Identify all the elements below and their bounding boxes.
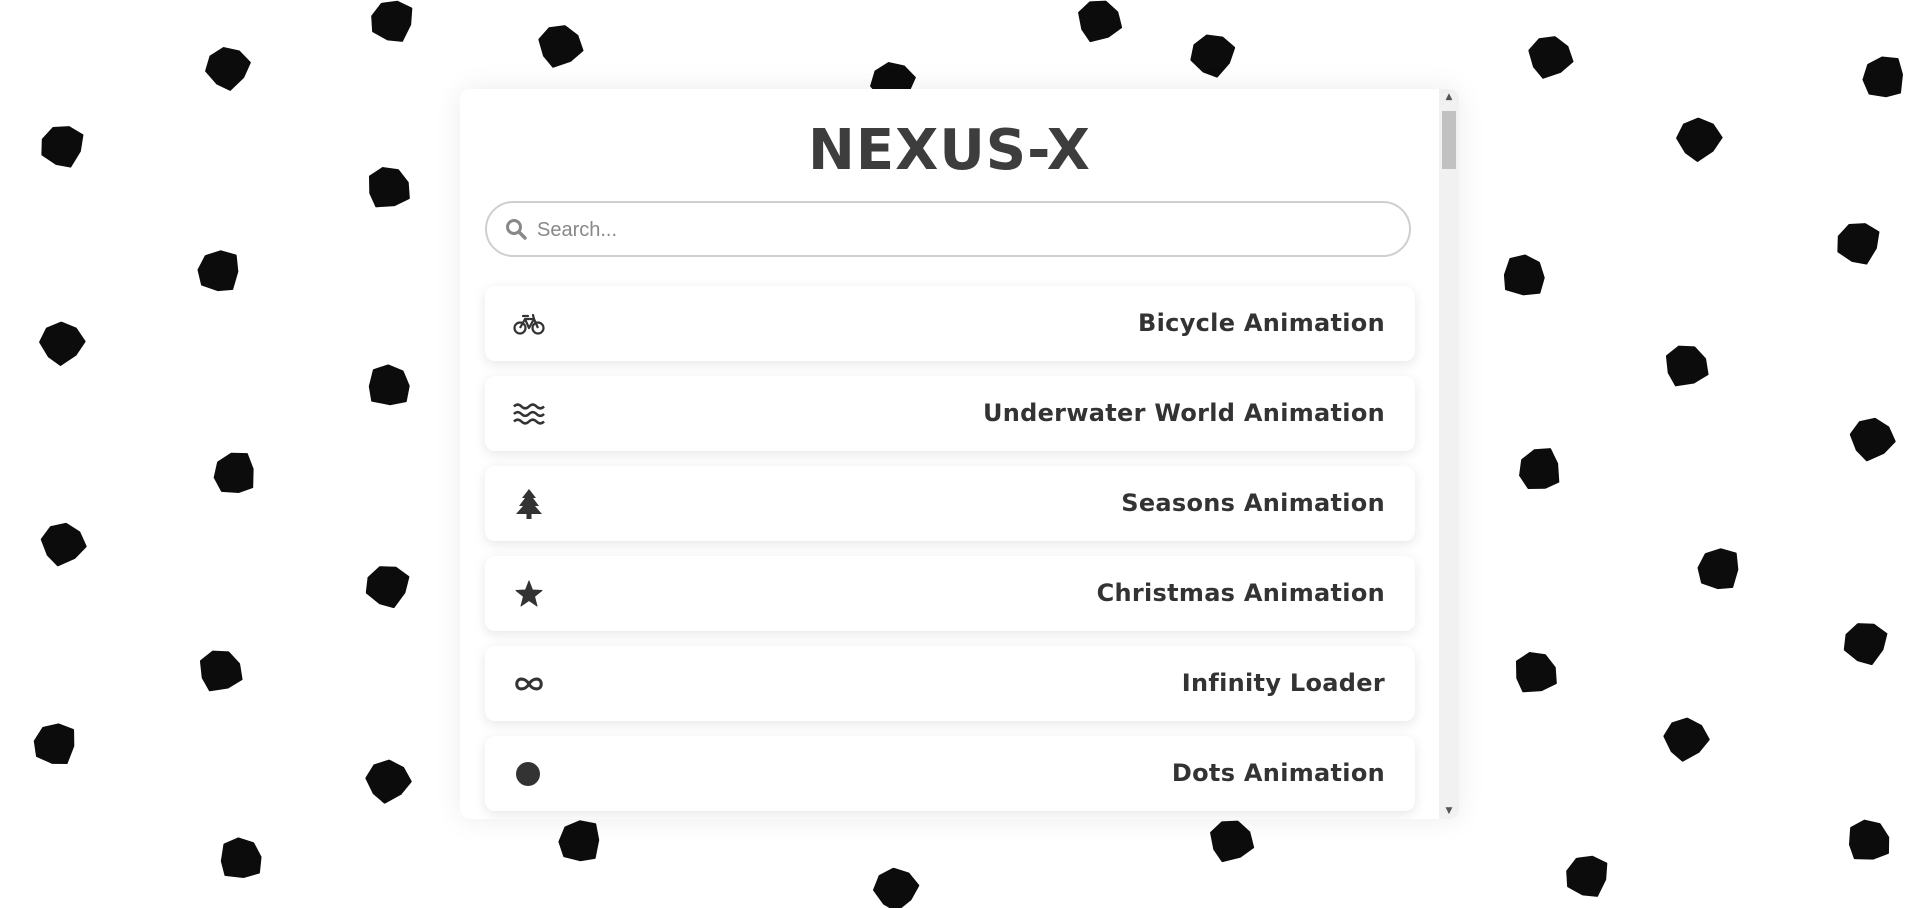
pattern-blob — [35, 120, 91, 174]
pattern-blob — [362, 561, 415, 612]
water-icon — [513, 398, 545, 430]
list-item-seasons[interactable]: Seasons Animation — [485, 466, 1415, 541]
pattern-blob — [1673, 114, 1726, 165]
pattern-blob — [36, 318, 89, 369]
pattern-blob — [26, 715, 86, 774]
pattern-blob — [1843, 411, 1901, 468]
circle-icon — [513, 758, 545, 790]
pattern-blob — [1492, 246, 1553, 308]
pattern-blob — [1658, 713, 1714, 767]
list-item-christmas[interactable]: Christmas Animation — [485, 556, 1415, 631]
pattern-blob — [1068, 0, 1130, 53]
pattern-blob — [550, 811, 613, 873]
pattern-blob — [204, 442, 268, 506]
list-item-bicycle[interactable]: Bicycle Animation — [485, 286, 1415, 361]
pattern-blob — [1853, 46, 1917, 109]
bicycle-icon — [513, 308, 545, 340]
pattern-blob — [871, 866, 921, 908]
search-box[interactable] — [485, 201, 1411, 257]
pattern-blob — [364, 0, 422, 51]
list-item-infinity[interactable]: Infinity Loader — [485, 646, 1415, 721]
pattern-blob — [1503, 642, 1567, 705]
pattern-blob — [360, 755, 416, 809]
pattern-blob — [530, 17, 590, 76]
pattern-blob — [356, 157, 420, 220]
item-label: Bicycle Animation — [1138, 309, 1385, 337]
main-panel: NEXUS-X Search... Bicycle Animation Unde… — [460, 89, 1459, 819]
item-label: Underwater World Animation — [982, 399, 1385, 427]
pattern-blob — [1836, 810, 1900, 874]
pattern-blob — [208, 828, 271, 892]
pattern-blob — [34, 516, 92, 573]
pattern-blob — [1559, 848, 1617, 905]
scroll-up-icon[interactable]: ▲ — [1439, 89, 1459, 105]
pattern-blob — [1655, 336, 1718, 398]
pattern-blob — [357, 356, 419, 419]
item-label: Dots Animation — [1171, 759, 1385, 787]
pattern-blob — [1520, 28, 1580, 87]
pattern-blob — [1509, 438, 1572, 502]
item-label: Seasons Animation — [1121, 489, 1385, 517]
tree-icon — [513, 488, 545, 520]
infinity-icon — [513, 668, 545, 700]
pattern-blob — [189, 241, 251, 302]
scroll-content: NEXUS-X Search... Bicycle Animation Unde… — [460, 89, 1439, 819]
star-icon — [513, 578, 545, 610]
pattern-blob — [205, 47, 251, 91]
pattern-blob — [189, 641, 252, 703]
animation-list: Bicycle Animation Underwater World Anima… — [485, 286, 1415, 819]
pattern-blob — [1689, 539, 1751, 600]
list-item-underwater[interactable]: Underwater World Animation — [485, 376, 1415, 451]
item-label: Christmas Animation — [1096, 579, 1385, 607]
pattern-blob — [1200, 811, 1262, 872]
scrollbar-thumb[interactable] — [1442, 111, 1456, 169]
list-item-dots[interactable]: Dots Animation — [485, 736, 1415, 811]
pattern-blob — [1188, 32, 1238, 80]
scroll-down-icon[interactable]: ▼ — [1439, 803, 1459, 819]
pattern-blob — [1840, 618, 1893, 669]
pattern-blob — [1831, 217, 1887, 271]
vertical-scrollbar[interactable]: ▲ ▼ — [1439, 89, 1459, 819]
page-title: NEXUS-X — [808, 118, 1091, 183]
item-label: Infinity Loader — [1181, 669, 1385, 697]
search-input[interactable] — [535, 211, 1399, 249]
search-icon — [505, 218, 527, 240]
